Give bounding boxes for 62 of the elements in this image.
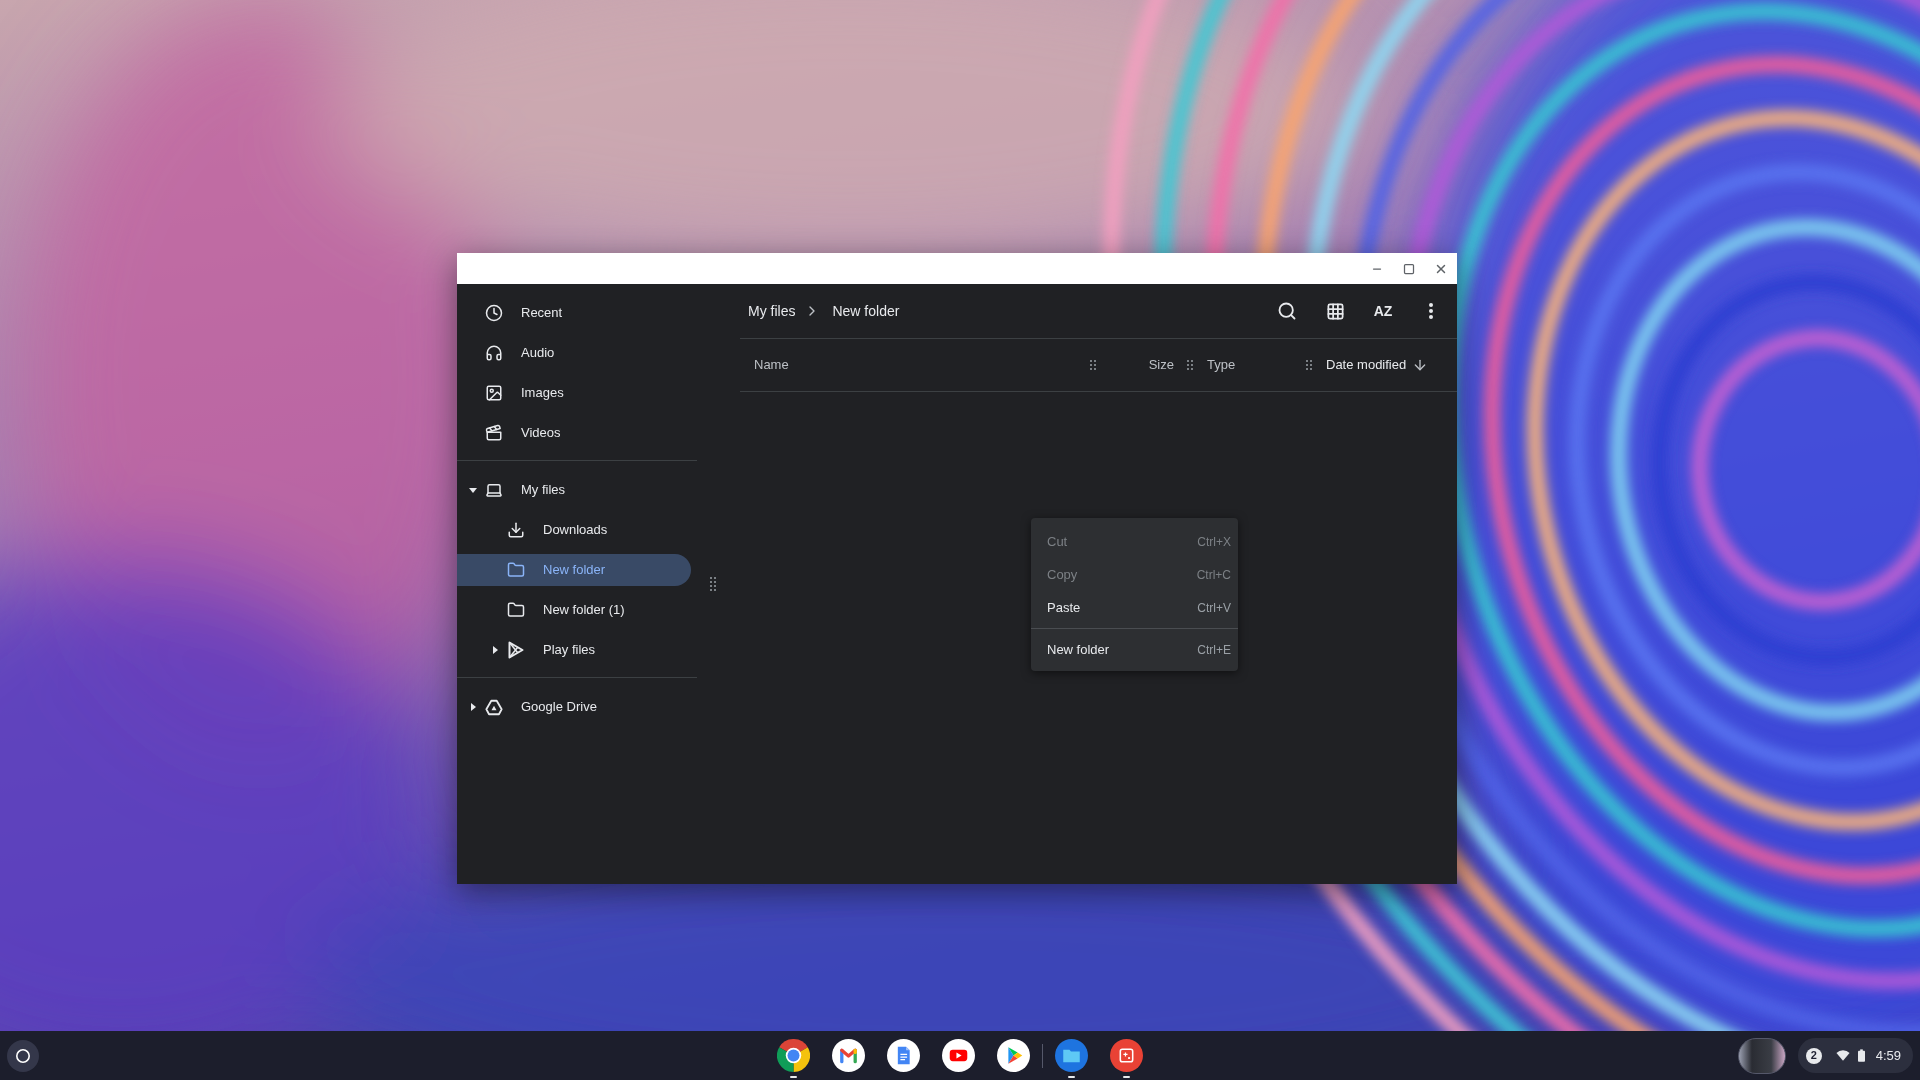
search-icon [1277, 301, 1297, 321]
status-area[interactable]: 2 4:59 [1797, 1038, 1913, 1073]
sidebar-item[interactable]: Downloads [457, 514, 691, 546]
running-indicator [790, 1076, 797, 1078]
chrome-icon [777, 1039, 810, 1072]
sidebar-item[interactable]: Videos [457, 417, 691, 449]
column-header[interactable]: Size [1100, 349, 1183, 381]
folder-icon [507, 561, 525, 579]
sidebar-item[interactable]: Audio [457, 337, 691, 369]
wifi-icon [1835, 1050, 1850, 1061]
play-store-icon [997, 1039, 1030, 1072]
launcher-button[interactable] [7, 1039, 39, 1072]
keyboard-shortcut: Ctrl+V [1197, 599, 1231, 617]
docs-icon [887, 1039, 920, 1072]
folder-app-icon [1055, 1039, 1088, 1072]
image-icon [485, 384, 503, 402]
breadcrumb-item[interactable]: My files [748, 300, 796, 322]
ring-icon [16, 1048, 30, 1063]
more-vertical-icon [1429, 303, 1433, 319]
sidebar-item[interactable]: Play files [457, 634, 691, 666]
running-indicator [1123, 1076, 1130, 1078]
sidebar-item[interactable]: Images [457, 377, 691, 409]
headphones-icon [485, 344, 503, 362]
clock-time: 4:59 [1875, 1046, 1901, 1065]
sidebar-item[interactable]: New folder [457, 554, 691, 586]
column-header[interactable]: Name [740, 349, 1086, 381]
sidebar-item[interactable]: Google Drive [457, 691, 691, 723]
caret-down-icon[interactable] [469, 487, 477, 493]
maximize-icon [1403, 262, 1415, 275]
caret-right-icon[interactable] [492, 646, 498, 654]
grid-icon [1325, 301, 1345, 321]
clock-icon [485, 304, 503, 322]
running-indicator [1068, 1076, 1075, 1078]
column-header[interactable]: Date modified [1316, 349, 1457, 381]
sidebar-item[interactable]: New folder (1) [457, 594, 691, 626]
download-icon [507, 521, 525, 539]
keyboard-shortcut: Ctrl+C [1196, 566, 1231, 584]
sort-button[interactable]: AZ [1363, 291, 1403, 331]
clapperboard-icon [485, 424, 503, 442]
laptop-icon [485, 481, 503, 499]
sidebar-item[interactable]: Recent [457, 297, 691, 329]
column-header[interactable]: Type [1197, 349, 1302, 381]
drag-handle-icon[interactable] [1306, 360, 1312, 370]
app-icon [1110, 1039, 1143, 1072]
keyboard-shortcut: Ctrl+X [1197, 533, 1231, 551]
youtube-icon [942, 1039, 975, 1072]
notification-count-badge: 2 [1805, 1047, 1822, 1064]
breadcrumb-item[interactable]: New folder [832, 300, 900, 322]
drag-handle-icon[interactable] [1090, 360, 1096, 370]
battery-icon [1857, 1049, 1865, 1062]
sidebar-item[interactable]: My files [457, 474, 691, 506]
drag-handle-icon[interactable] [710, 577, 716, 591]
menu-item[interactable]: New folder Ctrl+E [1031, 633, 1238, 666]
menu-item[interactable]: Paste Ctrl+V [1031, 591, 1238, 624]
play-triangle-icon [508, 641, 524, 659]
keyboard-shortcut: Ctrl+E [1197, 641, 1231, 659]
caret-right-icon[interactable] [470, 703, 476, 711]
screenshot-thumbnail[interactable] [1737, 1037, 1786, 1074]
folder-icon [507, 601, 525, 619]
drive-triangle-icon [485, 698, 503, 716]
drag-handle-icon[interactable] [1187, 360, 1193, 370]
gmail-icon [832, 1039, 865, 1072]
